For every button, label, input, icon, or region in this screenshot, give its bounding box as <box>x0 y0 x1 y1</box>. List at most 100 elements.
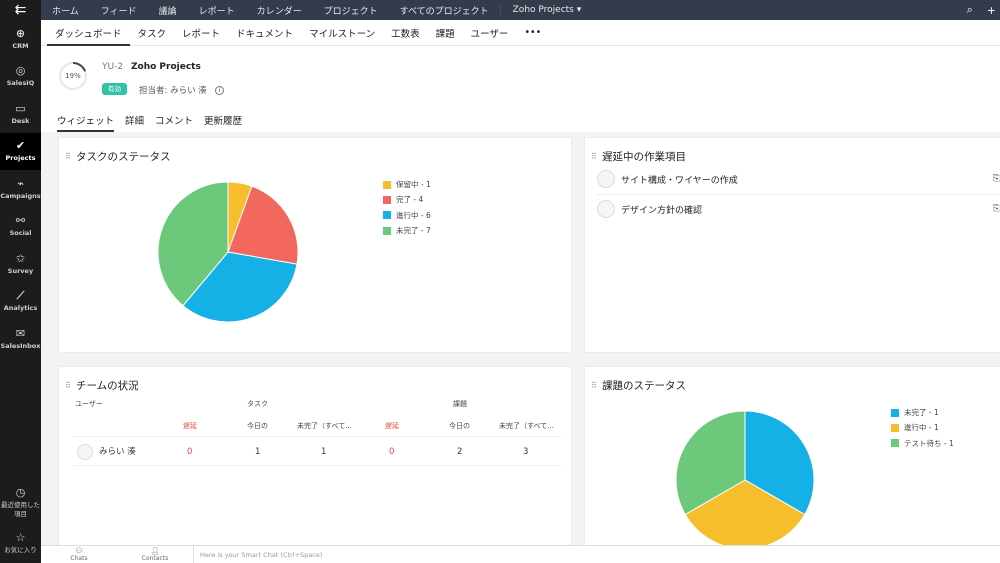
chats-button[interactable]: 💬︎ Chats <box>41 546 117 562</box>
tab-details[interactable]: 詳細 <box>125 113 144 132</box>
subnav-timesheets[interactable]: 工数表 <box>383 26 428 40</box>
rail-item-survey[interactable]: ✩ Survey <box>0 245 41 283</box>
sub-issue-open: 未完了（すべて... <box>499 422 554 430</box>
tab-history[interactable]: 更新履歴 <box>204 113 242 132</box>
legend-label: 進行中 - 6 <box>396 210 431 220</box>
add-icon[interactable]: + <box>987 4 996 17</box>
table-subheader-row: 遅延 今日の 未完了（すべて... 遅延 今日の 未完了（すべて... <box>73 416 561 436</box>
subnav-issues[interactable]: 課題 <box>428 26 463 40</box>
col-user: ユーザー <box>75 400 103 408</box>
topnav-discussions[interactable]: 議論 <box>148 4 188 17</box>
tab-comments[interactable]: コメント <box>155 113 193 132</box>
clipboard-icon[interactable]: ⎘ <box>993 204 1000 214</box>
delayed-items-card: ⠿ 遅延中の作業項目 サイト構成・ワイヤーの作成 ⎘ デザイン方針の確認 ⎘ <box>584 137 1000 353</box>
legend-item[interactable]: テスト待ち - 1 <box>891 436 954 451</box>
legend-label: 保留中 - 1 <box>396 180 431 190</box>
project-selector[interactable]: Zoho Projects ▾ <box>499 5 593 15</box>
subnav-documents[interactable]: ドキュメント <box>228 26 301 40</box>
rail-item-crm[interactable]: ⊕ CRM <box>0 20 41 58</box>
drag-handle-icon[interactable]: ⠿ <box>65 152 71 161</box>
drag-handle-icon[interactable]: ⠿ <box>65 381 71 390</box>
issue-status-title: ⠿ 課題のステータス <box>591 378 686 393</box>
search-icon[interactable]: ⌕ <box>967 3 973 17</box>
legend-item[interactable]: 進行中 - 1 <box>891 420 954 435</box>
sub-task-delayed: 遅延 <box>183 422 197 430</box>
col-issues: 課題 <box>453 400 467 408</box>
rail-item-projects[interactable]: ✔ Projects <box>0 132 41 170</box>
info-icon[interactable]: i <box>214 86 224 95</box>
owner-text: 担当者: みらい 湊 <box>139 86 207 96</box>
rail-item-campaigns[interactable]: ⌁ Campaigns <box>0 170 41 208</box>
task-today-count[interactable]: 1 <box>255 437 260 467</box>
legend-item[interactable]: 進行中 - 6 <box>383 208 431 223</box>
team-title: ⠿ チームの状況 <box>65 378 139 393</box>
legend-label: 未完了 - 7 <box>396 226 431 236</box>
smart-chat-input[interactable]: Here is your Smart Chat (Ctrl+Space) <box>193 545 322 563</box>
recent-items[interactable]: ◷ 最近使用した 項目 <box>0 483 41 523</box>
more-icon[interactable]: ••• <box>516 27 549 38</box>
issue-delayed-count[interactable]: 0 <box>389 437 394 467</box>
issue-status-title-text: 課題のステータス <box>602 380 686 392</box>
legend-item[interactable]: 未完了 - 7 <box>383 223 431 238</box>
clock-icon: ◷ <box>15 486 26 499</box>
topnav-reports[interactable]: レポート <box>188 4 246 17</box>
clipboard-icon[interactable]: ⎘ <box>993 174 1000 184</box>
rail-item-salesinbox[interactable]: ✉ SalesInbox <box>0 320 41 358</box>
subnav-milestones[interactable]: マイルストーン <box>301 26 383 40</box>
legend-swatch <box>383 180 391 189</box>
delayed-item[interactable]: サイト構成・ワイヤーの作成 ⎘ <box>597 164 1000 194</box>
rail-item-label: CRM <box>12 41 29 50</box>
contacts-label: Contacts <box>141 554 169 562</box>
subnav-users[interactable]: ユーザー <box>463 26 517 40</box>
progress-value: 19% <box>65 72 81 80</box>
issue-open-count[interactable]: 3 <box>523 437 528 467</box>
rail-item-social[interactable]: ⚯ Social <box>0 208 41 246</box>
rail-item-analytics[interactable]: ⟋ Analytics <box>0 283 41 321</box>
table-header-row: ユーザー タスク 課題 <box>73 394 561 414</box>
issue-status-legend: 未完了 - 1 進行中 - 1 テスト待ち - 1 <box>891 405 954 451</box>
topnav-feed[interactable]: フィード <box>90 4 148 17</box>
drag-handle-icon[interactable]: ⠿ <box>591 381 597 390</box>
topnav-calendar[interactable]: カレンダー <box>246 4 313 17</box>
topnav-home[interactable]: ホーム <box>41 4 90 17</box>
project-name: Zoho Projects <box>131 62 201 72</box>
subnav-tasks[interactable]: タスク <box>130 26 175 40</box>
campaigns-icon: ⌁ <box>17 176 24 190</box>
favorites[interactable]: ☆ お気に入り <box>0 523 41 563</box>
legend-label: 進行中 - 1 <box>904 423 939 433</box>
subnav-reports[interactable]: レポート <box>174 26 228 40</box>
topnav-all-projects[interactable]: すべてのプロジェクト <box>389 4 500 17</box>
rail-item-salesiq[interactable]: ◎ SalesIQ <box>0 58 41 96</box>
task-open-count[interactable]: 1 <box>321 437 326 467</box>
subnav-dashboard[interactable]: ダッシュボード <box>47 26 130 46</box>
menu-toggle-icon[interactable]: ⇇ <box>0 0 41 20</box>
rail-item-desk[interactable]: ▭ Desk <box>0 95 41 133</box>
team-table: ユーザー タスク 課題 遅延 今日の 未完了（すべて... 遅延 今日の 未完了… <box>73 394 561 466</box>
delayed-item[interactable]: デザイン方針の確認 ⎘ <box>597 194 1000 224</box>
tab-widgets[interactable]: ウィジェット <box>57 113 115 132</box>
legend-item[interactable]: 保留中 - 1 <box>383 177 431 192</box>
survey-icon: ✩ <box>15 251 26 265</box>
bottom-bar: 💬︎ Chats 👤︎ Contacts Here is your Smart … <box>41 545 1000 563</box>
status-badge[interactable]: 有効 <box>102 83 127 95</box>
sub-issue-today: 今日の <box>449 422 470 430</box>
legend-item[interactable]: 完了 - 4 <box>383 192 431 207</box>
contacts-button[interactable]: 👤︎ Contacts <box>117 546 193 562</box>
contacts-icon: 👤︎ <box>150 546 160 555</box>
star-icon: ☆ <box>15 530 26 544</box>
table-row[interactable]: みらい 湊 0 1 1 0 2 3 <box>73 436 561 466</box>
chats-label: Chats <box>70 554 88 562</box>
avatar <box>77 443 93 460</box>
legend-label: テスト待ち - 1 <box>904 438 954 448</box>
topnav-projects[interactable]: プロジェクト <box>313 4 389 17</box>
rail-item-label: Desk <box>11 116 30 125</box>
favorites-label: お気に入り <box>4 545 37 554</box>
legend-item[interactable]: 未完了 - 1 <box>891 405 954 420</box>
desk-icon: ▭ <box>15 101 26 115</box>
issue-today-count[interactable]: 2 <box>457 437 462 467</box>
rail-item-label: Social <box>9 229 32 238</box>
drag-handle-icon[interactable]: ⠿ <box>591 152 597 161</box>
social-icon: ⚯ <box>15 214 26 228</box>
chat-icon: 💬︎ <box>74 546 84 555</box>
task-delayed-count[interactable]: 0 <box>187 437 192 467</box>
